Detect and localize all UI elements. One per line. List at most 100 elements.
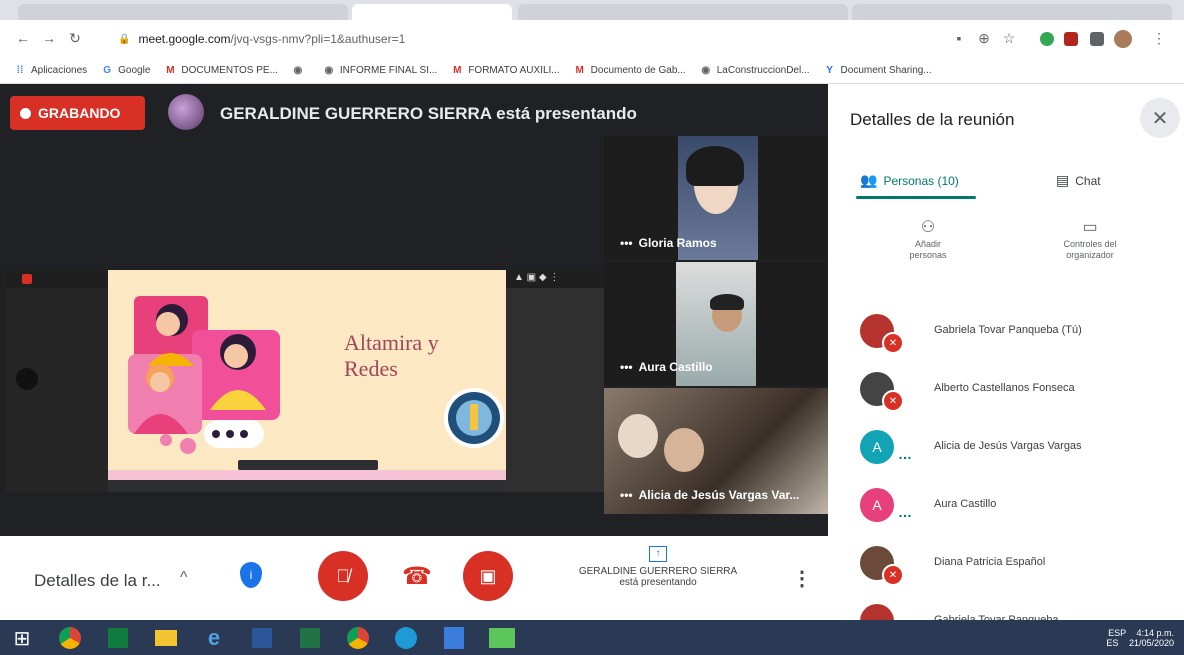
mic-off-icon: ✕ xyxy=(882,564,904,586)
bookmark-item[interactable]: Y Document Sharing... xyxy=(824,65,932,77)
url-path: /jvq-vsgs-nmv?pli=1&authuser=1 xyxy=(230,32,406,46)
shared-screen: ▲ ▣ ◆ ⋮ Altamira y Redes xyxy=(6,270,604,492)
panel-title: Detalles de la reunión xyxy=(850,110,1015,129)
present-screen-icon: ↑ xyxy=(649,546,667,562)
file-explorer-icon[interactable] xyxy=(152,625,180,651)
extension-icon[interactable] xyxy=(1064,32,1078,46)
gmail-icon: M xyxy=(575,64,584,76)
internet-explorer-icon[interactable]: e xyxy=(200,625,228,651)
clock-time[interactable]: 4:14 p.m. xyxy=(1136,628,1174,638)
shared-screen-sidebar xyxy=(6,288,108,492)
microphone-off-button[interactable]: 🎙̸ xyxy=(318,551,368,601)
presenting-status[interactable]: ↑ GERALDINE GUERRERO SIERRA está present… xyxy=(558,546,758,588)
host-controls-button[interactable]: ▭ Controles del organizador xyxy=(1040,219,1140,261)
more-options-icon[interactable]: ••• xyxy=(620,360,633,374)
bookmark-item[interactable]: M FORMATO AUXILI... xyxy=(451,65,560,77)
language-indicator[interactable]: ESP xyxy=(1108,628,1126,638)
browser-tab[interactable] xyxy=(18,4,348,20)
shield-icon[interactable]: i xyxy=(240,562,262,588)
presenter-avatar xyxy=(168,94,204,130)
slide-title: Altamira y Redes xyxy=(344,330,439,382)
globe-icon: ◉ xyxy=(293,64,303,76)
speaking-indicator-icon: … xyxy=(898,446,912,462)
bookmark-item[interactable]: M Documento de Gab... xyxy=(574,64,686,77)
participant-row[interactable]: ✕ Diana Patricia Español xyxy=(828,536,1184,592)
participant-tile-name: Alicia de Jesús Vargas Var... xyxy=(638,488,800,502)
more-options-icon[interactable]: ••• xyxy=(620,488,633,502)
address-bar[interactable]: 🔒 meet.google.com /jvq-vsgs-nmv?pli=1&au… xyxy=(112,28,942,50)
bookmark-item[interactable]: ⁞⁞ Aplicaciones xyxy=(14,64,88,77)
bookmark-label: DOCUMENTOS PE... xyxy=(181,65,278,76)
presenting-line1: GERALDINE GUERRERO SIERRA xyxy=(578,566,738,577)
leave-call-button[interactable]: ☎ xyxy=(392,551,442,601)
meeting-controls-bar: Detalles de la r... ^ i 🎙̸ ☎ ▣ ↑ GERALDI… xyxy=(0,536,828,620)
lock-icon: 🔒 xyxy=(118,33,131,45)
hang-up-icon: ☎ xyxy=(402,562,432,590)
reload-icon[interactable]: ↻ xyxy=(66,30,84,47)
participant-row[interactable]: A… Alicia de Jesús Vargas Vargas xyxy=(828,420,1184,476)
participant-tile[interactable]: ••• Gloria Ramos xyxy=(604,136,828,260)
presenting-line2: está presentando xyxy=(619,577,697,588)
participant-name: Aura Castillo xyxy=(934,498,997,510)
menu-kebab-icon[interactable]: ⋮ xyxy=(1150,30,1168,47)
people-icon: 👥 xyxy=(860,172,878,188)
zoom-icon[interactable]: ⊕ xyxy=(975,30,993,47)
more-options-icon[interactable]: ⋮ xyxy=(792,566,812,591)
recording-badge: GRABANDO xyxy=(10,96,145,130)
chrome-icon[interactable] xyxy=(56,625,84,651)
extensions-puzzle-icon[interactable] xyxy=(1090,32,1104,46)
bookmark-item[interactable]: G Google xyxy=(101,65,150,77)
browser-tab[interactable] xyxy=(852,4,1172,20)
tab-people[interactable]: 👥 Personas (10) xyxy=(860,172,959,189)
browser-tab-active[interactable] xyxy=(352,4,512,20)
yammer-icon: Y xyxy=(826,64,833,76)
bookmark-label: LaConstruccionDel... xyxy=(716,65,810,76)
bookmark-item[interactable]: ◉ INFORME FINAL SI... xyxy=(323,65,438,77)
camera-off-icon: ▣ xyxy=(479,565,497,586)
bookmark-item[interactable]: ◉ xyxy=(292,65,309,77)
shared-screen-right xyxy=(506,288,604,492)
camera-off-button[interactable]: ▣ xyxy=(463,551,513,601)
bookmark-item[interactable]: ◉ LaConstruccionDel... xyxy=(700,65,810,77)
forward-icon[interactable]: → xyxy=(40,30,58,46)
participant-tile[interactable]: ••• Aura Castillo xyxy=(604,262,828,386)
participant-tile-name: Gloria Ramos xyxy=(638,236,717,250)
windows-start-icon[interactable]: ⊞ xyxy=(8,625,36,651)
bookmarks-bar: ⁞⁞ Aplicaciones G Google M DOCUMENTOS PE... ◉ ◉… xyxy=(0,58,1184,84)
clock-date[interactable]: 21/05/2020 xyxy=(1129,638,1174,648)
back-icon[interactable]: ← xyxy=(14,30,32,46)
chrome-icon[interactable] xyxy=(344,625,372,651)
bookmark-label: FORMATO AUXILI... xyxy=(468,65,560,76)
meeting-details-button[interactable]: Detalles de la r... xyxy=(34,571,161,591)
apps-grid-icon: ⁞⁞ xyxy=(16,64,24,76)
host-controls-icon: ▭ xyxy=(1082,219,1098,236)
camera-blocked-icon[interactable]: ▪ xyxy=(950,30,968,46)
star-icon[interactable]: ☆ xyxy=(1000,30,1018,47)
chevron-up-icon[interactable]: ^ xyxy=(180,569,188,587)
participant-row[interactable]: ✕ Alberto Castellanos Fonseca xyxy=(828,362,1184,418)
bookmark-label: INFORME FINAL SI... xyxy=(339,65,438,76)
participant-tile[interactable]: ••• Alicia de Jesús Vargas Var... xyxy=(604,388,828,514)
bookmark-item[interactable]: M DOCUMENTOS PE... xyxy=(164,65,278,77)
add-people-button[interactable]: ⚇ Añadir personas xyxy=(878,220,978,261)
security-shield-icon[interactable] xyxy=(440,625,468,651)
outlook-icon[interactable] xyxy=(104,625,132,651)
more-options-icon[interactable]: ••• xyxy=(620,236,633,250)
avatar: A xyxy=(860,488,894,522)
profile-avatar-icon[interactable] xyxy=(1114,30,1132,48)
participant-row[interactable]: ✕ Gabriela Tovar Panqueba (Tú) xyxy=(828,304,1184,360)
extension-icon[interactable] xyxy=(1040,32,1054,46)
windows-taskbar: ⊞ e ESP 4:14 p.m. ES 21/05/2020 xyxy=(0,620,1184,655)
app-icon[interactable] xyxy=(488,625,516,651)
participant-name: Gabriela Tovar Panqueba (Tú) xyxy=(934,324,1082,336)
edge-icon[interactable] xyxy=(392,625,420,651)
tab-chat[interactable]: ▤ Chat xyxy=(1056,172,1101,189)
bookmark-label: Documento de Gab... xyxy=(590,65,686,76)
participant-row[interactable]: A… Aura Castillo xyxy=(828,478,1184,534)
word-icon[interactable] xyxy=(248,625,276,651)
mic-off-icon: 🎙̸ xyxy=(336,565,350,586)
close-icon[interactable]: ✕ xyxy=(1140,98,1180,138)
browser-tab[interactable] xyxy=(518,4,848,20)
browser-toolbar: ← → ↻ 🔒 meet.google.com /jvq-vsgs-nmv?pl… xyxy=(0,20,1184,58)
excel-icon[interactable] xyxy=(296,625,324,651)
